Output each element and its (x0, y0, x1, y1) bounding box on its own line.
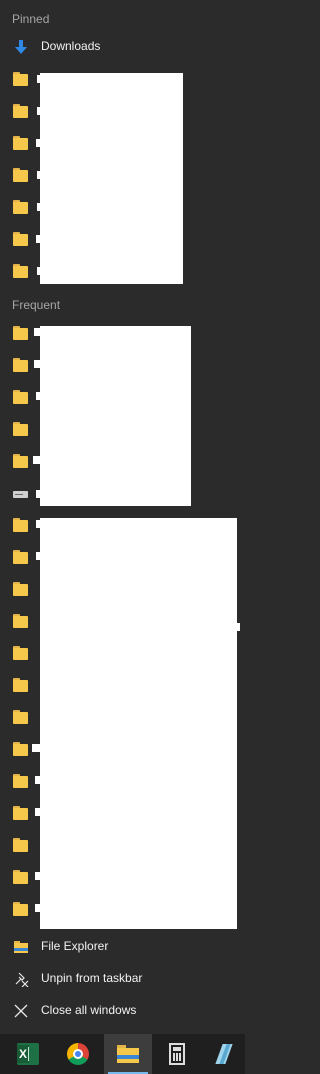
taskbar-app-calculator[interactable] (153, 1034, 201, 1074)
folder-icon (13, 902, 28, 917)
file-explorer-icon (117, 1045, 139, 1063)
redaction-edge (32, 744, 40, 752)
redaction-edge (36, 520, 40, 528)
redaction-edge (33, 456, 40, 464)
folder-icon (13, 774, 28, 789)
pinned-header: Pinned (12, 12, 50, 26)
folder-icon (13, 168, 28, 183)
folder-icon (13, 870, 28, 885)
taskbar: X (0, 1034, 245, 1074)
folder-icon (13, 582, 28, 597)
folder-icon (13, 646, 28, 661)
folder-icon (13, 326, 28, 341)
action-file-explorer[interactable]: File Explorer (0, 931, 245, 963)
folder-icon (13, 710, 28, 725)
redaction-edge (34, 360, 40, 368)
folder-icon (13, 390, 28, 405)
folder-icon (13, 806, 28, 821)
pinned-item-downloads[interactable]: Downloads (0, 31, 245, 63)
jump-list: Pinned Downloads Frequent File Explorer … (0, 0, 245, 1034)
close-icon (14, 1004, 28, 1018)
redaction-edge (37, 267, 41, 275)
folder-icon (13, 550, 28, 565)
drive-icon (13, 491, 28, 499)
action-label: Unpin from taskbar (41, 971, 143, 985)
taskbar-app-excel[interactable]: X (5, 1034, 53, 1074)
excel-icon: X (17, 1043, 39, 1065)
redaction-edge (34, 328, 40, 336)
redaction-edge (36, 552, 40, 560)
folder-icon (13, 422, 28, 437)
file-explorer-icon (14, 941, 28, 953)
folder-icon (13, 742, 28, 757)
action-label: Close all windows (41, 1003, 137, 1017)
redaction-edge (37, 203, 41, 211)
redaction-edge (235, 623, 240, 631)
redaction-edge (37, 171, 41, 179)
downloads-label: Downloads (41, 39, 101, 53)
redaction-edge (36, 490, 40, 498)
redaction-edge (35, 808, 40, 816)
redaction-edge (36, 139, 41, 147)
folder-icon (13, 104, 28, 119)
chrome-icon (67, 1043, 89, 1065)
folder-icon (13, 200, 28, 215)
folder-icon (13, 358, 28, 373)
redaction-block (40, 326, 191, 506)
action-label: File Explorer (41, 939, 109, 953)
frequent-header: Frequent (12, 298, 61, 312)
redaction-block (40, 518, 237, 929)
pen-icon (215, 1044, 235, 1064)
folder-icon (13, 454, 28, 469)
folder-icon (13, 678, 28, 693)
redaction-edge (37, 107, 41, 115)
folder-icon (13, 264, 28, 279)
redaction-edge (37, 75, 41, 83)
redaction-edge (35, 776, 40, 784)
folder-icon (13, 518, 28, 533)
folder-icon (13, 136, 28, 151)
folder-icon (13, 232, 28, 247)
calculator-icon (169, 1043, 185, 1065)
redaction-edge (35, 904, 40, 912)
taskbar-app-file-explorer[interactable] (104, 1034, 152, 1074)
redaction-block (40, 73, 183, 284)
folder-icon (13, 838, 28, 853)
taskbar-app-pen[interactable] (201, 1034, 249, 1074)
folder-icon (13, 614, 28, 629)
redaction-edge (36, 392, 40, 400)
redaction-edge (35, 872, 40, 880)
redaction-edge (36, 235, 41, 243)
download-arrow-icon (15, 40, 27, 54)
unpin-icon (15, 972, 29, 987)
action-unpin-from-taskbar[interactable]: Unpin from taskbar (0, 963, 245, 995)
folder-icon (13, 72, 28, 87)
action-close-all-windows[interactable]: Close all windows (0, 995, 245, 1027)
taskbar-app-chrome[interactable] (55, 1034, 103, 1074)
